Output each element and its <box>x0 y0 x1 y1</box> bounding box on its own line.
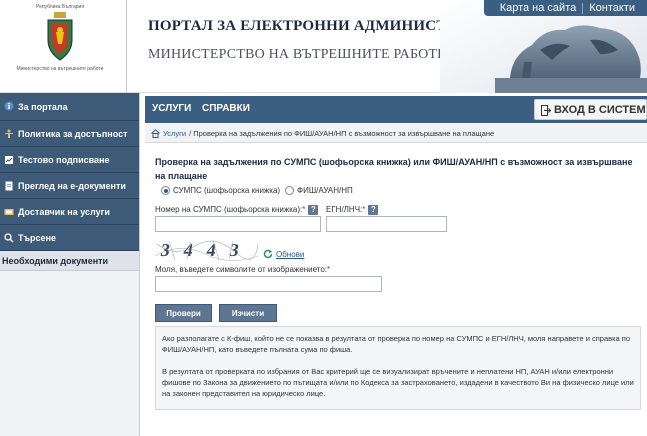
required-mark: * <box>327 265 331 274</box>
captcha-label: Моля, въведете символите от изображениет… <box>155 265 330 274</box>
captcha-image: 3443 <box>155 238 258 262</box>
sidebar-item-accessibility[interactable]: Политика за достъпност <box>0 121 139 147</box>
egn-label: ЕГН/ЛНЧ:*? <box>326 205 379 215</box>
sidebar-item-label: Търсене <box>18 232 57 243</box>
header-divider <box>126 0 127 93</box>
document-icon <box>5 181 13 191</box>
radio-fish-dot[interactable] <box>285 186 294 195</box>
signature-icon <box>5 156 13 164</box>
breadcrumb-current: / Проверка на задължения по ФИШ/АУАН/НП … <box>189 128 495 138</box>
page: Република България Министерство на вътре… <box>0 0 647 436</box>
radio-sumps-label: СУМПС (шофьорска книжка) <box>173 186 281 195</box>
sidebar-item-label: Преглед на е-документи <box>18 180 126 191</box>
egn-label-text: ЕГН/ЛНЧ: <box>326 205 363 215</box>
breadcrumb-services-link[interactable]: Услуги <box>163 129 186 138</box>
required-mark: * <box>362 205 366 215</box>
radio-sumps[interactable]: СУМПС (шофьорска книжка) <box>161 186 280 195</box>
captcha-refresh[interactable]: Обнови <box>263 249 304 259</box>
form-title: Проверка на задължения по СУМПС (шофьорс… <box>155 157 633 181</box>
info-paragraph-2: В резултата от проверката по избрания от… <box>162 367 634 398</box>
contacts-link[interactable]: Контакти <box>583 2 641 14</box>
tab-reports[interactable]: СПРАВКИ <box>202 103 250 114</box>
info-icon <box>4 101 14 111</box>
sidebar-item-provider[interactable]: Доставчик на услуги <box>0 199 139 225</box>
refresh-icon <box>263 249 273 259</box>
header: Република България Министерство на вътре… <box>0 0 647 93</box>
info-paragraph-1: Ако разполагате с К-фиш, който не се пок… <box>162 334 631 354</box>
clear-button[interactable]: Изчисти <box>219 304 277 322</box>
sidebar-item-label: Доставчик на услуги <box>18 206 110 217</box>
breadcrumb: Услуги / Проверка на задължения по ФИШ/А… <box>145 124 647 143</box>
sidebar-item-about[interactable]: За портала <box>0 93 139 121</box>
sidebar-item-label: За портала <box>18 101 68 112</box>
accessibility-icon <box>5 129 13 138</box>
login-icon <box>541 105 551 116</box>
sumps-number-label-text: Номер на СУМПС (шофьорска книжка): <box>155 205 303 215</box>
radio-sumps-dot[interactable] <box>161 186 170 195</box>
crest-bottom-label: Министерство на вътрешните работи <box>16 66 104 72</box>
provider-icon <box>4 209 14 215</box>
login-label: ВХОД В СИСТЕМАТА <box>554 103 646 116</box>
refresh-label: Обнови <box>276 249 305 259</box>
sidebar-item-label: Тестово подписване <box>18 154 110 165</box>
ministry-crest[interactable]: Република България Министерство на вътре… <box>0 0 120 86</box>
captcha-input[interactable] <box>155 276 382 292</box>
top-links: Карта на сайта Контакти <box>483 0 647 16</box>
sidebar: За портала Политика за достъпност Тестов… <box>0 93 140 436</box>
check-button[interactable]: Провери <box>155 304 212 322</box>
home-icon[interactable] <box>151 128 160 138</box>
login-button[interactable]: ВХОД В СИСТЕМАТА <box>534 99 647 120</box>
help-icon[interactable]: ? <box>368 205 379 215</box>
search-icon <box>4 233 14 243</box>
captcha-text: 3443 <box>159 240 254 260</box>
info-box: Ако разполагате с К-фиш, който не се пок… <box>155 326 641 410</box>
sidebar-item-edocuments[interactable]: Преглед на е-документи <box>0 173 139 199</box>
sidebar-item-label: Политика за достъпност <box>18 128 128 139</box>
radio-fish-label: ФИШ/АУАН/НП <box>297 186 353 195</box>
required-documents-header[interactable]: Необходими документи <box>0 251 139 271</box>
captcha-label-text: Моля, въведете символите от изображениет… <box>155 265 328 274</box>
required-mark: * <box>302 205 306 215</box>
tab-services[interactable]: УСЛУГИ <box>152 103 191 114</box>
egn-input[interactable] <box>326 216 447 232</box>
sitemap-link[interactable]: Карта на сайта <box>494 2 583 14</box>
ministry-title: МИНИСТЕРСТВО НА ВЪТРЕШНИТЕ РАБОТИ <box>148 47 448 62</box>
radio-fish[interactable]: ФИШ/АУАН/НП <box>285 186 353 195</box>
sidebar-item-test-signing[interactable]: Тестово подписване <box>0 147 139 173</box>
help-icon[interactable]: ? <box>308 205 319 215</box>
sidebar-item-search[interactable]: Търсене <box>0 225 139 251</box>
coat-of-arms-icon <box>47 12 73 61</box>
sumps-number-input[interactable] <box>155 216 321 232</box>
main-navbar: УСЛУГИ СПРАВКИ ВХОД В СИСТЕМАТА <box>145 96 647 123</box>
sumps-number-label: Номер на СУМПС (шофьорска книжка):*? <box>155 205 319 215</box>
